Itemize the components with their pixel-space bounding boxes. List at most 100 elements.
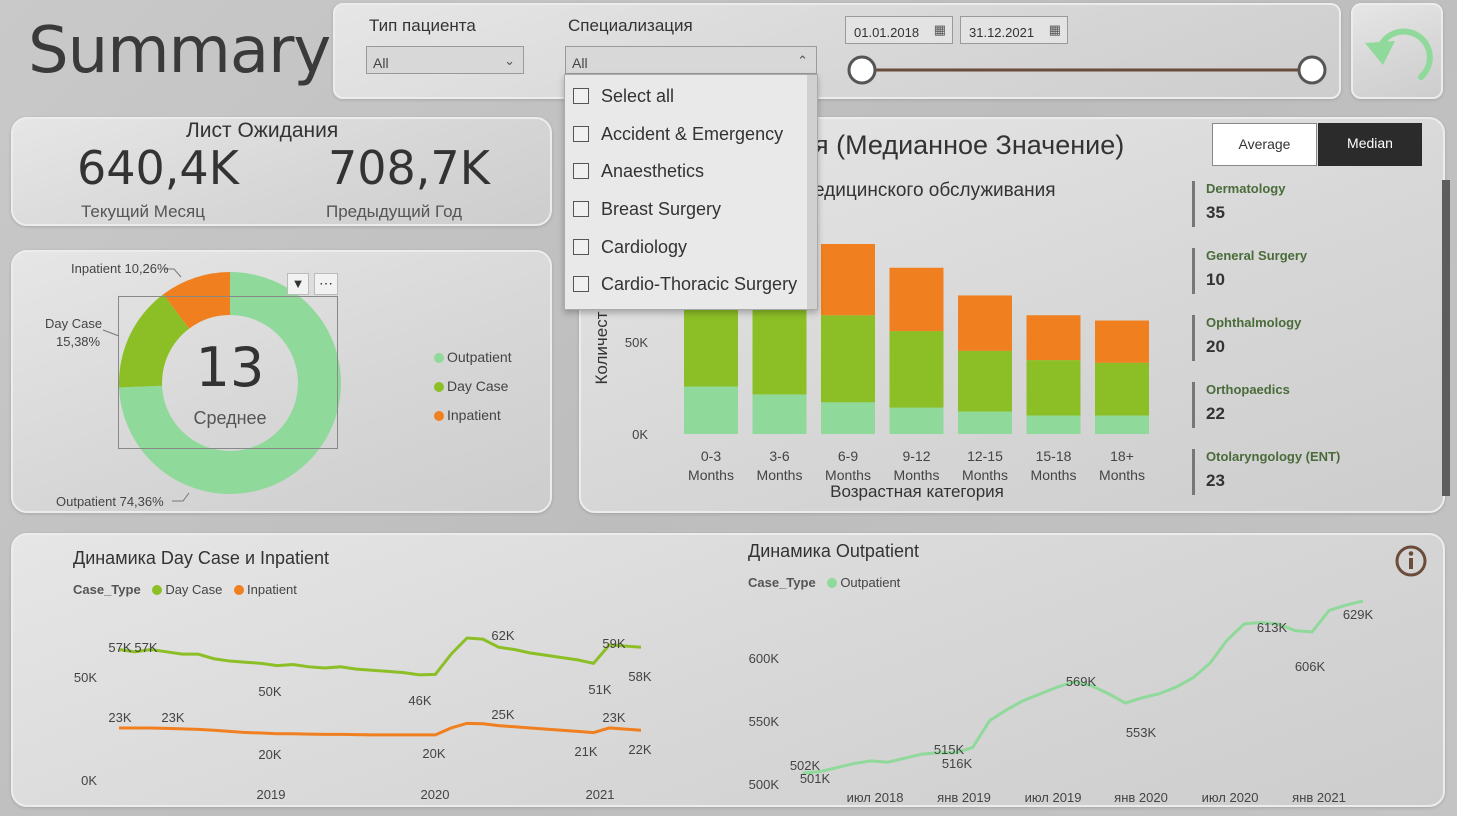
slider-handle-end[interactable] [1297, 55, 1327, 85]
y-tick-label: 600K [749, 651, 780, 666]
leader-line [172, 492, 190, 502]
dropdown-item[interactable]: Cardiology [573, 237, 687, 258]
dropdown-item[interactable]: Anaesthetics [573, 161, 704, 182]
legend-inpatient[interactable]: Inpatient [434, 407, 501, 423]
x-tick-label: Months [1031, 467, 1077, 483]
data-label: 50K [258, 684, 281, 699]
dropdown-item[interactable]: Select all [573, 86, 674, 107]
bar-segment[interactable] [1095, 415, 1149, 434]
daycase-pct-label: 15,38% [56, 334, 101, 349]
vertical-scrollbar[interactable] [1442, 180, 1450, 496]
data-label: 23K [602, 710, 625, 725]
data-label: 501K [800, 771, 831, 786]
dropdown-item[interactable]: Breast Surgery [573, 199, 721, 220]
specialization-dropdown[interactable]: Select all Accident & Emergency Anaesthe… [564, 74, 818, 310]
legend-outpatient[interactable]: Outpatient [434, 349, 512, 365]
calendar-icon[interactable]: ▦ [1049, 22, 1061, 38]
line-inpatient[interactable] [119, 721, 642, 737]
filter-icon[interactable]: ▼ [287, 273, 309, 295]
x-tick-label: 12-15 [967, 448, 1003, 464]
bar-segment[interactable] [752, 394, 807, 434]
bar-segment[interactable] [821, 402, 875, 434]
y-tick-label: 50K [625, 335, 648, 350]
checkbox[interactable] [573, 88, 589, 104]
specialty-divider [1192, 382, 1195, 428]
line-day-case[interactable] [118, 636, 642, 677]
legend-label: Day Case [447, 378, 509, 394]
bar-segment[interactable] [752, 299, 807, 395]
dropdown-item-label: Breast Surgery [601, 199, 722, 219]
x-tick-label: июл 2018 [847, 790, 904, 805]
specialization-select[interactable]: All ⌃ [565, 46, 817, 74]
bar-segment[interactable] [1095, 320, 1149, 363]
specialty-name: Otolaryngology (ENT) [1206, 449, 1341, 464]
bar-segment[interactable] [889, 331, 944, 408]
specialty-value: 20 [1206, 337, 1225, 356]
bar-segment[interactable] [1026, 360, 1081, 416]
bar-segment[interactable] [958, 295, 1012, 351]
bar-segment[interactable] [1095, 362, 1149, 416]
bar-segment[interactable] [684, 386, 738, 435]
data-label: 62K [491, 628, 514, 643]
y-tick-label: 500K [749, 777, 780, 792]
x-tick-label: 9-12 [902, 448, 930, 464]
specialty-name: General Surgery [1206, 248, 1308, 263]
average-toggle-button[interactable]: Average [1212, 123, 1317, 166]
bar-segment[interactable] [821, 244, 875, 316]
waiting-list-title: Лист Ожидания [186, 119, 339, 142]
reset-button[interactable] [1351, 3, 1443, 99]
data-label: 23K [108, 710, 131, 725]
bar-segment[interactable] [821, 315, 875, 403]
bar-segment[interactable] [889, 267, 944, 332]
dropdown-item-label: Cardio-Thoracic Surgery [601, 274, 798, 294]
page-title: Summary [28, 14, 331, 88]
data-label: 22K [628, 742, 651, 757]
date-to-input[interactable]: 31.12.2021 ▦ [960, 16, 1068, 44]
checkbox[interactable] [573, 276, 589, 292]
date-from-input[interactable]: 01.01.2018 ▦ [845, 16, 953, 44]
checkbox[interactable] [573, 201, 589, 217]
more-options-icon[interactable]: ⋯ [314, 273, 338, 295]
inpatient-pct-label: Inpatient 10,26% [71, 261, 169, 276]
x-tick-label: 2021 [586, 787, 615, 802]
dropdown-item[interactable]: Accident & Emergency [573, 124, 783, 145]
date-range-slider[interactable] [840, 52, 1330, 88]
previous-year-value: 708,7K [328, 141, 490, 195]
specialty-divider [1192, 248, 1195, 294]
x-tick-label: янв 2020 [1114, 790, 1168, 805]
date-to-value: 31.12.2021 [969, 25, 1035, 40]
data-label: 516K [942, 756, 973, 771]
checkbox[interactable] [573, 239, 589, 255]
chevron-down-icon: ⌄ [504, 53, 515, 68]
date-from-value: 01.01.2018 [854, 25, 920, 40]
x-tick-label: 2019 [257, 787, 286, 802]
bar-segment[interactable] [889, 407, 944, 434]
x-tick-label: 3-6 [769, 448, 789, 464]
bar-segment[interactable] [958, 411, 1012, 434]
data-label: 629K [1343, 607, 1374, 622]
patient-type-value: All [373, 55, 389, 71]
specialty-name: Ophthalmology [1206, 315, 1302, 330]
checkbox[interactable] [573, 126, 589, 142]
dropdown-item[interactable]: Cardio-Thoracic Surgery [573, 274, 797, 295]
legend-label: Inpatient [447, 407, 501, 423]
bar-segment[interactable] [1026, 415, 1081, 434]
legend-daycase[interactable]: Day Case [434, 378, 508, 394]
daycase-line-chart[interactable]: 50K 0K 2019 2020 2021 57K 57K 50K 46K 62K 51K 59K 58… [11, 533, 711, 807]
outpatient-line-chart[interactable]: 600K 550K 500K июл 2018 янв 2019 июл 2019 янв … [711, 533, 1431, 807]
bar-segment[interactable] [958, 350, 1012, 412]
info-icon[interactable] [1394, 544, 1428, 578]
chevron-up-icon: ⌃ [797, 53, 808, 68]
y-tick-label: 50K [74, 670, 97, 685]
specialty-name: Dermatology [1206, 181, 1286, 196]
calendar-icon[interactable]: ▦ [934, 22, 946, 38]
checkbox[interactable] [573, 163, 589, 179]
dropdown-scrollbar[interactable] [807, 75, 817, 309]
median-toggle-button[interactable]: Median [1318, 123, 1422, 166]
patient-type-select[interactable]: All ⌄ [366, 46, 524, 74]
specialization-value: All [572, 55, 588, 71]
x-tick-label: 6-9 [838, 448, 858, 464]
current-month-label: Текущий Месяц [81, 202, 205, 221]
bar-segment[interactable] [1026, 315, 1081, 361]
slider-handle-start[interactable] [847, 55, 877, 85]
